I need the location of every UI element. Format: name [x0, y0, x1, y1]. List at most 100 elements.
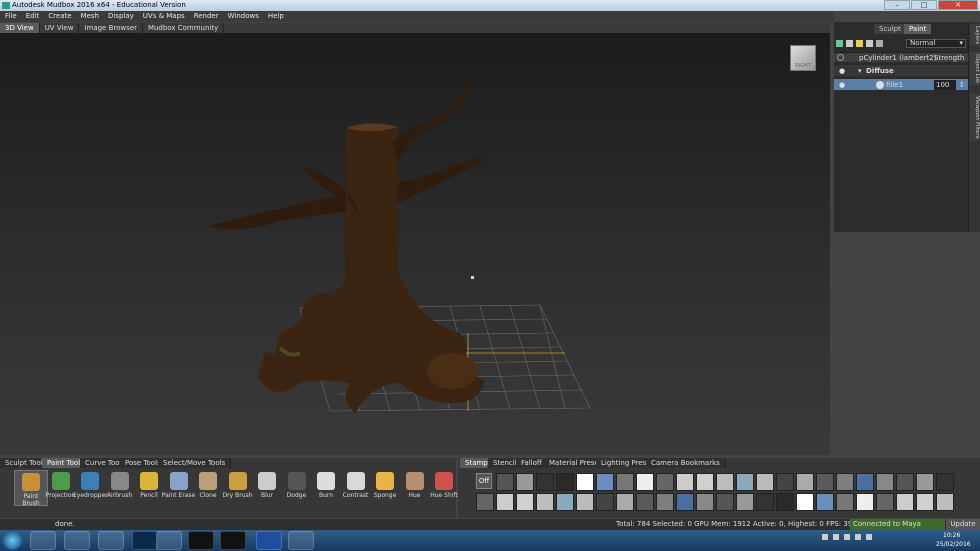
stamp-thumbnail[interactable] — [736, 473, 754, 491]
visibility-icon[interactable] — [837, 54, 844, 61]
stamp-thumbnail[interactable] — [876, 493, 894, 511]
stamp-thumbnail[interactable] — [776, 493, 794, 511]
layer-strength-input[interactable]: 100 — [934, 80, 956, 90]
tab-uv-view[interactable]: UV View — [40, 23, 80, 33]
stamp-thumbnail[interactable] — [736, 493, 754, 511]
tab-sculpt[interactable]: Sculpt — [874, 24, 906, 34]
side-tab-layers[interactable]: Layers — [970, 24, 980, 47]
layer-row-diffuse[interactable]: ● ▾ Diffuse — [834, 64, 968, 76]
epic-games-icon[interactable] — [188, 531, 214, 550]
eye-icon[interactable]: ● — [839, 65, 845, 77]
stamp-thumbnail[interactable] — [836, 493, 854, 511]
tab-select-move-tools[interactable]: Select/Move Tools — [158, 458, 232, 468]
unreal-engine-icon[interactable] — [220, 531, 246, 550]
tab-image-browser[interactable]: Image Browser — [79, 23, 143, 33]
stamp-thumbnail[interactable] — [916, 493, 934, 511]
stamp-thumbnail[interactable] — [836, 473, 854, 491]
close-button[interactable]: ✕ — [938, 0, 978, 10]
stamp-thumbnail[interactable] — [576, 493, 594, 511]
stamp-thumbnail[interactable] — [576, 473, 594, 491]
stamp-thumbnail[interactable] — [756, 493, 774, 511]
mudbox-active-icon[interactable] — [288, 531, 314, 550]
tab-paint[interactable]: Paint — [904, 24, 932, 34]
menu-edit[interactable]: Edit — [26, 11, 40, 22]
stamp-thumbnail[interactable] — [596, 493, 614, 511]
stamp-thumbnail[interactable] — [656, 493, 674, 511]
stamp-thumbnail[interactable] — [856, 493, 874, 511]
stamp-thumbnail[interactable] — [716, 473, 734, 491]
flag-icon[interactable] — [866, 534, 872, 540]
expand-icon[interactable]: ▾ — [858, 65, 862, 77]
tray-app-icon[interactable] — [833, 534, 839, 540]
stamp-thumbnail[interactable] — [716, 493, 734, 511]
stamp-thumbnail[interactable] — [496, 493, 514, 511]
new-layer-icon[interactable] — [836, 39, 843, 47]
stamp-off-button[interactable]: Off — [476, 473, 492, 489]
eye-icon[interactable]: ● — [839, 79, 845, 91]
internet-explorer-icon[interactable] — [30, 531, 56, 550]
stamp-thumbnail[interactable] — [516, 473, 534, 491]
mudbox-taskbar-icon[interactable] — [156, 531, 182, 550]
minimize-button[interactable]: – — [884, 0, 910, 10]
start-button[interactable] — [3, 531, 22, 550]
stamp-thumbnail[interactable] — [856, 473, 874, 491]
stamp-thumbnail[interactable] — [676, 473, 694, 491]
stamp-thumbnail[interactable] — [516, 493, 534, 511]
layer-row-fille1[interactable]: ● fille1 100 ↕ — [834, 78, 968, 90]
menu-create[interactable]: Create — [48, 11, 71, 22]
stamp-thumbnail[interactable] — [676, 493, 694, 511]
maximize-button[interactable]: □ — [911, 0, 937, 10]
menu-help[interactable]: Help — [268, 11, 284, 22]
stamp-thumbnail[interactable] — [796, 493, 814, 511]
stamp-thumbnail[interactable] — [776, 473, 794, 491]
tab-mudbox-community[interactable]: Mudbox Community — [143, 23, 225, 33]
stamp-thumbnail[interactable] — [936, 473, 954, 491]
menu-display[interactable]: Display — [108, 11, 134, 22]
3d-viewport[interactable]: RIGHT — [0, 33, 830, 455]
side-tab-viewport-filters[interactable]: Viewport Filters — [970, 94, 980, 141]
word-icon[interactable] — [256, 531, 282, 550]
media-player-icon[interactable] — [98, 531, 124, 550]
stamp-thumbnail[interactable] — [916, 473, 934, 491]
tab-camera-bookmarks[interactable]: Camera Bookmarks — [646, 458, 726, 468]
stamp-thumbnail[interactable] — [816, 493, 834, 511]
tab-3d-view[interactable]: 3D View — [0, 23, 40, 33]
stamp-thumbnail[interactable] — [536, 493, 554, 511]
file-explorer-icon[interactable] — [64, 531, 90, 550]
menu-render[interactable]: Render — [194, 11, 219, 22]
volume-icon[interactable] — [855, 534, 861, 540]
stamp-thumbnail[interactable] — [656, 473, 674, 491]
side-tab-object-list[interactable]: Object List — [970, 52, 980, 86]
stamp-thumbnail[interactable] — [556, 473, 574, 491]
stamp-thumbnail[interactable] — [636, 473, 654, 491]
stamp-thumbnail[interactable] — [476, 493, 494, 511]
stamp-thumbnail[interactable] — [816, 473, 834, 491]
stamp-thumbnail[interactable] — [616, 473, 634, 491]
stamp-thumbnail[interactable] — [496, 473, 514, 491]
network-icon[interactable] — [844, 534, 850, 540]
duplicate-layer-icon[interactable] — [846, 39, 853, 47]
tray-arrow-icon[interactable] — [822, 534, 828, 540]
stamp-thumbnail[interactable] — [536, 473, 554, 491]
stepper-icon[interactable]: ↕ — [959, 79, 965, 91]
stamp-thumbnail[interactable] — [616, 493, 634, 511]
tool-hue-shift[interactable]: Hue Shift — [427, 470, 461, 506]
layer-options-icon[interactable] — [876, 39, 883, 47]
photoshop-icon[interactable] — [132, 531, 158, 550]
menu-uvs-maps[interactable]: UVs & Maps — [143, 11, 185, 22]
stamp-thumbnail[interactable] — [896, 493, 914, 511]
menu-windows[interactable]: Windows — [228, 11, 259, 22]
stamp-thumbnail[interactable] — [936, 493, 954, 511]
stamp-thumbnail[interactable] — [876, 473, 894, 491]
viewcube[interactable]: RIGHT — [790, 45, 816, 71]
stamp-thumbnail[interactable] — [796, 473, 814, 491]
tab-falloff[interactable]: Falloff — [516, 458, 548, 468]
stamp-thumbnail[interactable] — [696, 493, 714, 511]
blend-mode-select[interactable]: Normal ▾ — [906, 38, 966, 48]
stamp-thumbnail[interactable] — [896, 473, 914, 491]
merge-layer-icon[interactable] — [866, 39, 873, 47]
folder-icon[interactable] — [856, 39, 863, 47]
stamp-thumbnail[interactable] — [696, 473, 714, 491]
stamp-thumbnail[interactable] — [756, 473, 774, 491]
menu-mesh[interactable]: Mesh — [81, 11, 99, 22]
